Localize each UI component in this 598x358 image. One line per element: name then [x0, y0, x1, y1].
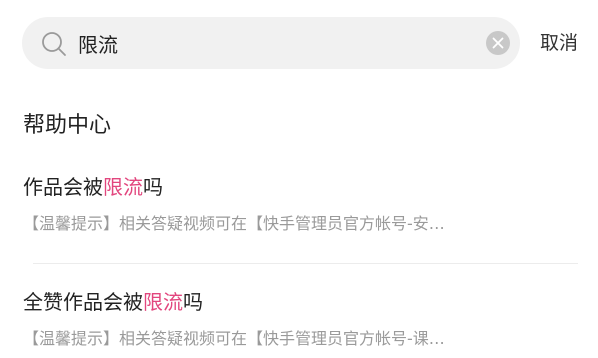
result-item[interactable]: 全赞作品会被限流吗 【温馨提示】相关答疑视频可在【快手管理员官方帐号-课…: [23, 287, 578, 351]
clear-icon[interactable]: [486, 31, 510, 55]
result-title: 全赞作品会被限流吗: [23, 287, 578, 317]
result-title-highlight: 限流: [143, 290, 183, 314]
result-snippet: 【温馨提示】相关答疑视频可在【快手管理员官方帐号-课…: [23, 329, 445, 348]
search-input[interactable]: [78, 27, 478, 59]
divider: [33, 263, 578, 264]
result-title-suffix: 吗: [143, 175, 163, 199]
search-icon: [40, 30, 68, 58]
result-title-suffix: 吗: [183, 290, 203, 314]
search-bar: 取消: [22, 17, 582, 69]
result-title-highlight: 限流: [103, 175, 143, 199]
section-title: 帮助中心: [23, 113, 112, 138]
result-snippet: 【温馨提示】相关答疑视频可在【快手管理员官方帐号-安…: [23, 214, 445, 233]
cancel-button[interactable]: 取消: [540, 29, 578, 57]
search-box[interactable]: [22, 17, 520, 69]
result-title-prefix: 作品会被: [23, 175, 103, 199]
result-title-prefix: 全赞作品会被: [23, 290, 143, 314]
result-title: 作品会被限流吗: [23, 172, 578, 202]
result-item[interactable]: 作品会被限流吗 【温馨提示】相关答疑视频可在【快手管理员官方帐号-安…: [23, 172, 578, 236]
